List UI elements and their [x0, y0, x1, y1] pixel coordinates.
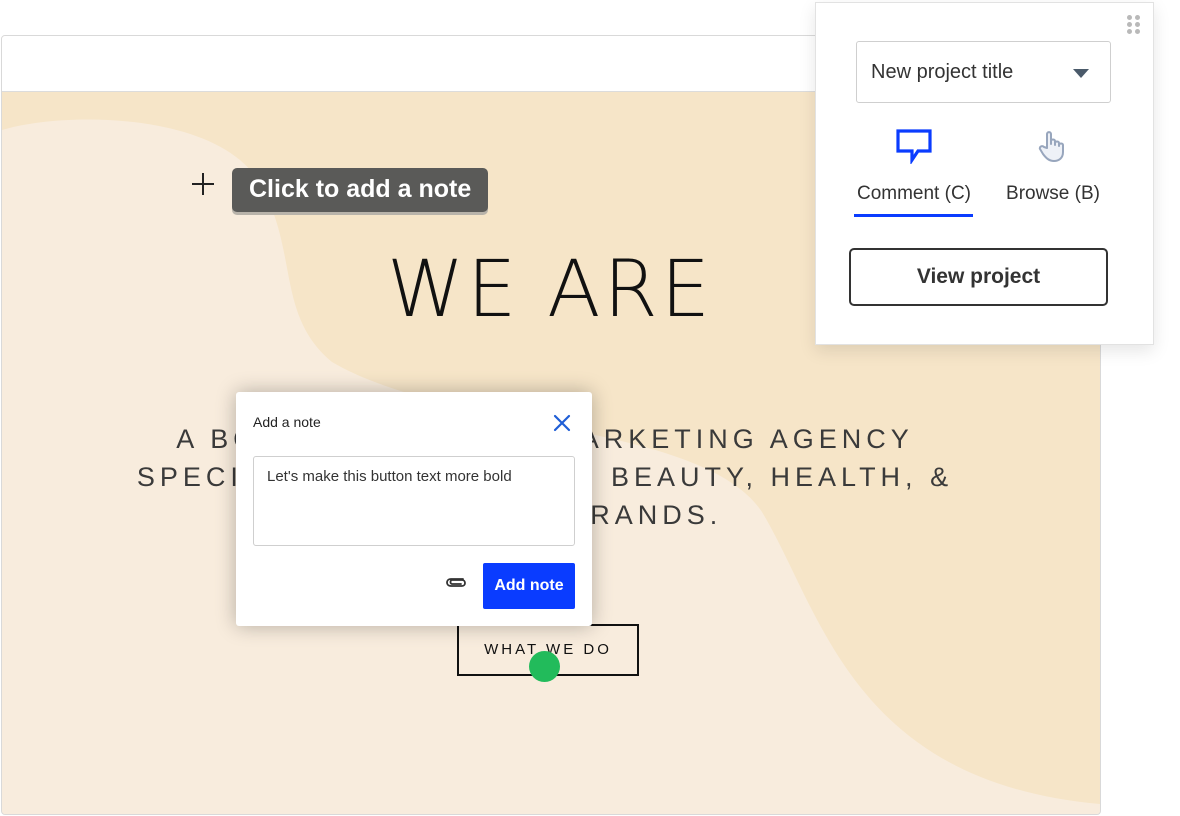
view-project-button[interactable]: View project	[849, 248, 1108, 306]
add-note-dialog: Add a note Let's make this button text m…	[236, 392, 592, 626]
add-note-tooltip: Click to add a note	[232, 168, 489, 212]
tab-comment-label: Comment (C)	[856, 183, 971, 204]
tab-browse-label: Browse (B)	[1006, 183, 1100, 204]
project-title-select[interactable]: New project title	[856, 41, 1111, 103]
active-tab-indicator	[854, 214, 973, 217]
crosshair-cursor-icon	[189, 170, 217, 198]
comment-icon	[895, 128, 933, 169]
hero-heading: WE ARE	[386, 245, 714, 335]
dialog-title: Add a note	[253, 414, 321, 430]
close-icon[interactable]	[551, 412, 573, 434]
pointer-hand-icon	[1036, 128, 1070, 169]
review-tool-panel: New project title Comment (C) Browse (B)…	[815, 2, 1154, 345]
comment-pin-marker[interactable]	[529, 651, 560, 682]
note-text-field[interactable]: Let's make this button text more bold	[253, 456, 575, 546]
paperclip-icon[interactable]	[443, 572, 469, 592]
project-title-value: New project title	[871, 61, 1014, 83]
drag-handle-icon[interactable]	[1127, 15, 1141, 35]
chevron-down-icon	[1073, 69, 1089, 78]
tab-browse[interactable]: Browse (B)	[999, 128, 1107, 218]
tab-comment[interactable]: Comment (C)	[854, 128, 974, 218]
add-note-button[interactable]: Add note	[483, 563, 575, 609]
